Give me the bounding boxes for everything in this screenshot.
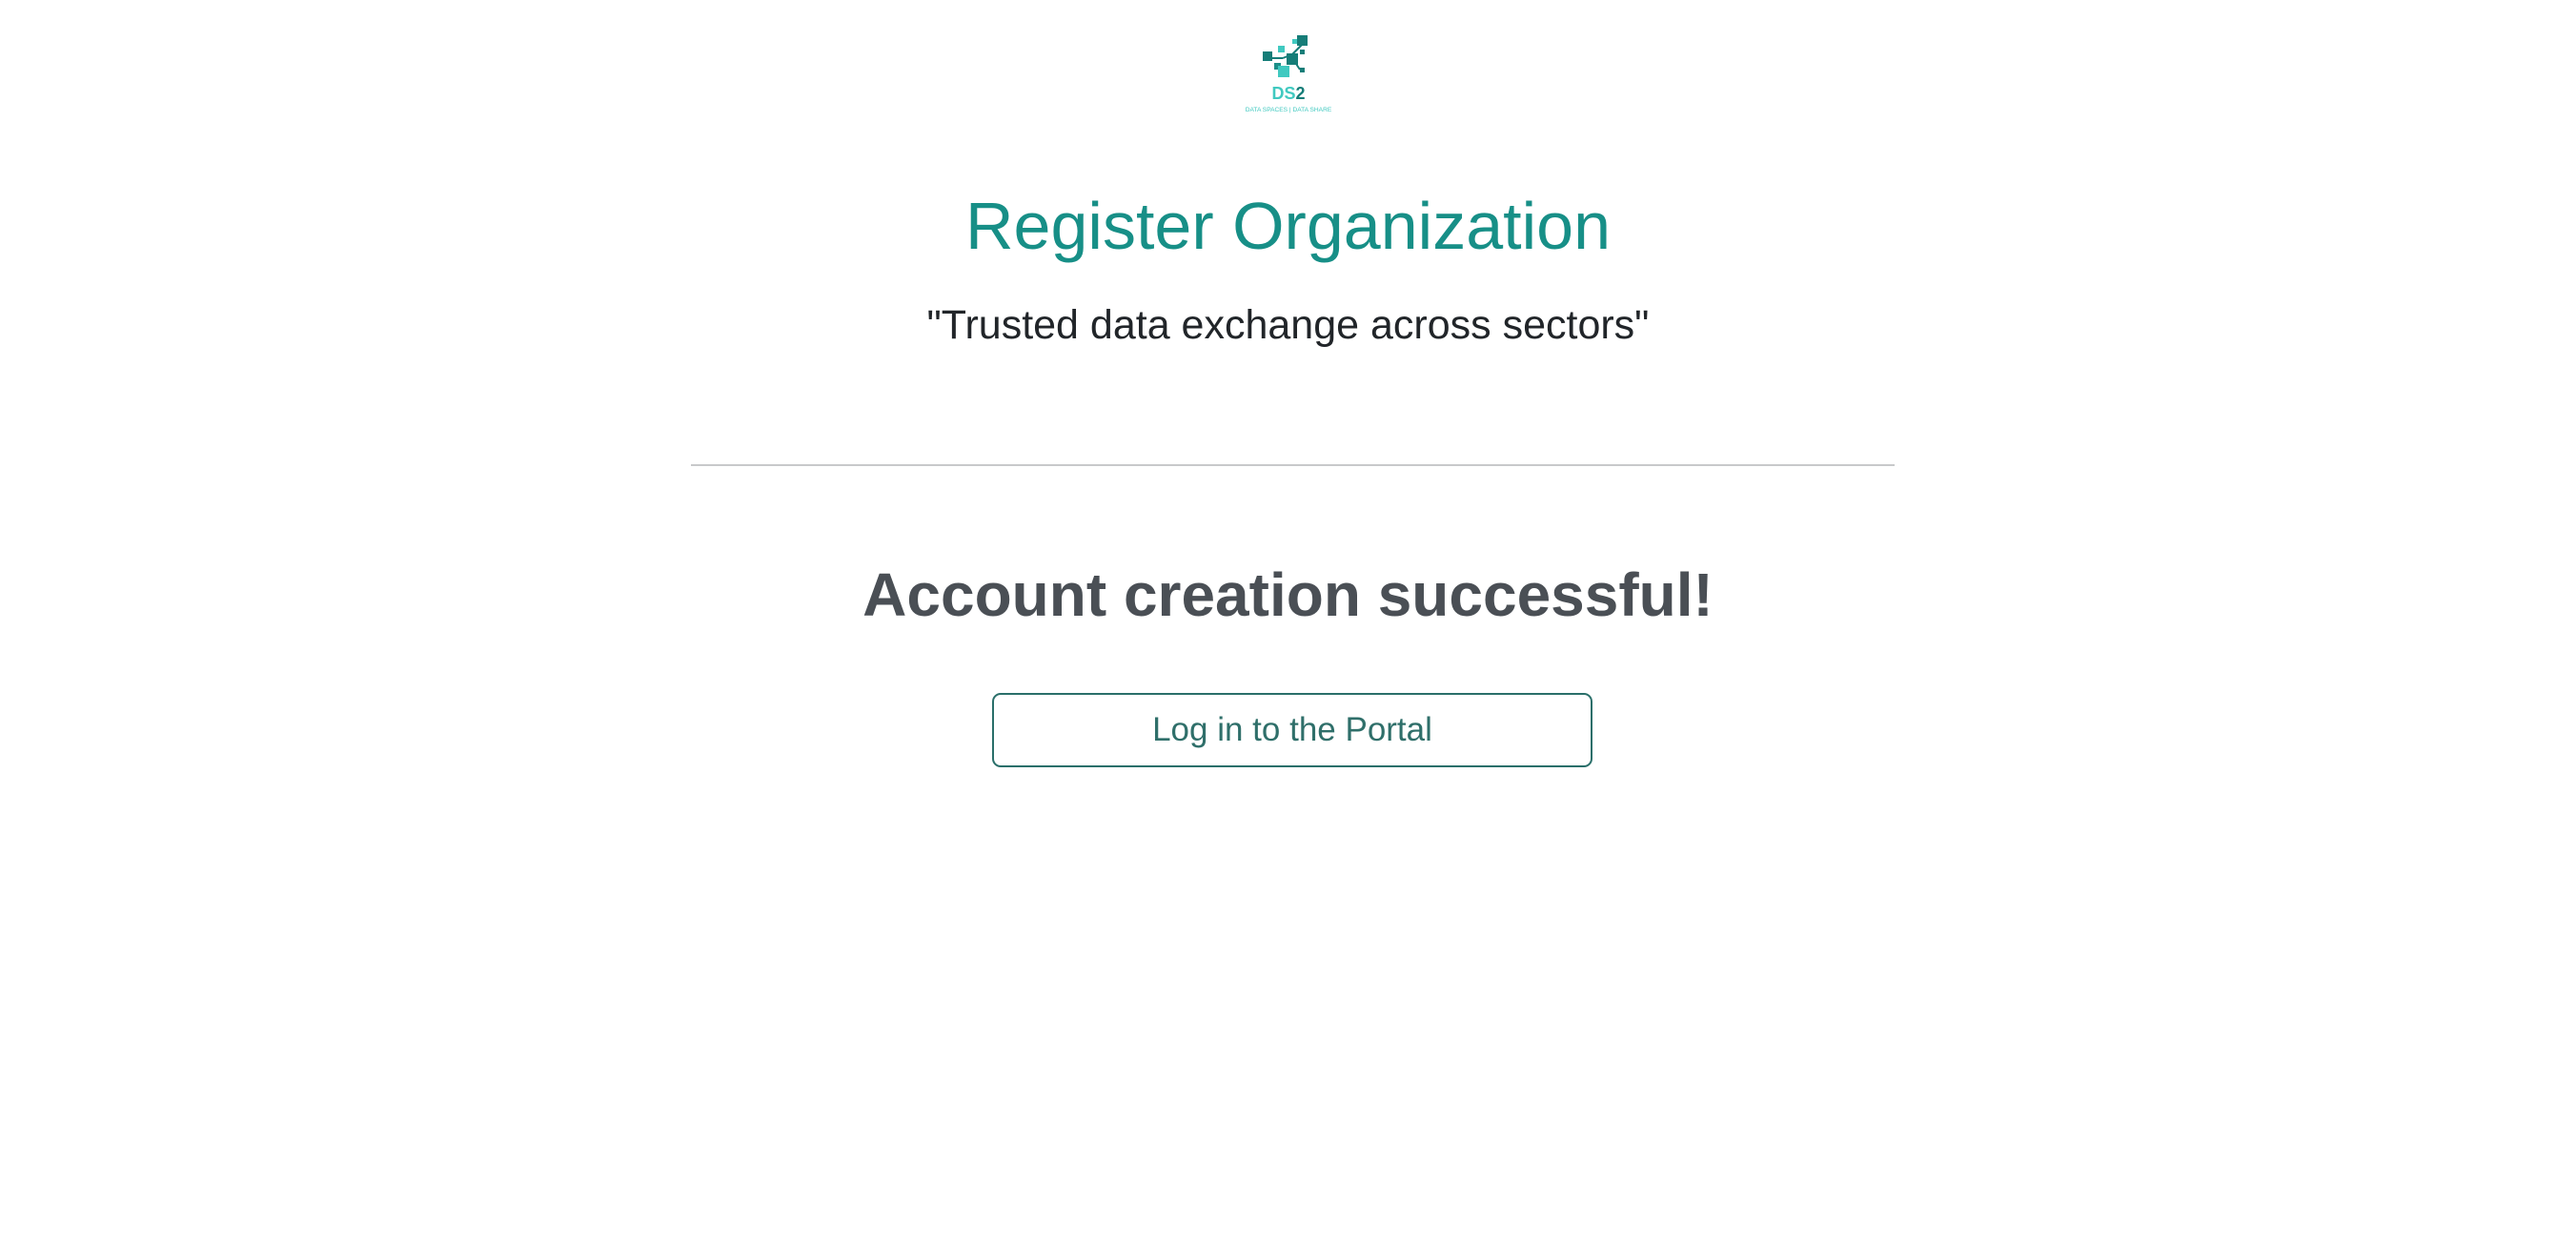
ds2-logo-icon: DS2 DATA SPACES | DATA SHARE bbox=[1246, 35, 1332, 113]
tagline: "Trusted data exchange across sectors" bbox=[926, 302, 1650, 348]
logo-text: DS2 bbox=[1271, 84, 1305, 103]
logo-subtitle: DATA SPACES | DATA SHARE bbox=[1246, 107, 1332, 113]
success-message: Account creation successful! bbox=[862, 560, 1714, 629]
login-portal-button[interactable]: Log in to the Portal bbox=[992, 693, 1592, 767]
divider bbox=[691, 464, 1895, 466]
registration-success-page: DS2 DATA SPACES | DATA SHARE Register Or… bbox=[0, 0, 2576, 1241]
ds2-logo: DS2 DATA SPACES | DATA SHARE bbox=[1237, 31, 1340, 117]
page-title: Register Organization bbox=[965, 189, 1611, 263]
